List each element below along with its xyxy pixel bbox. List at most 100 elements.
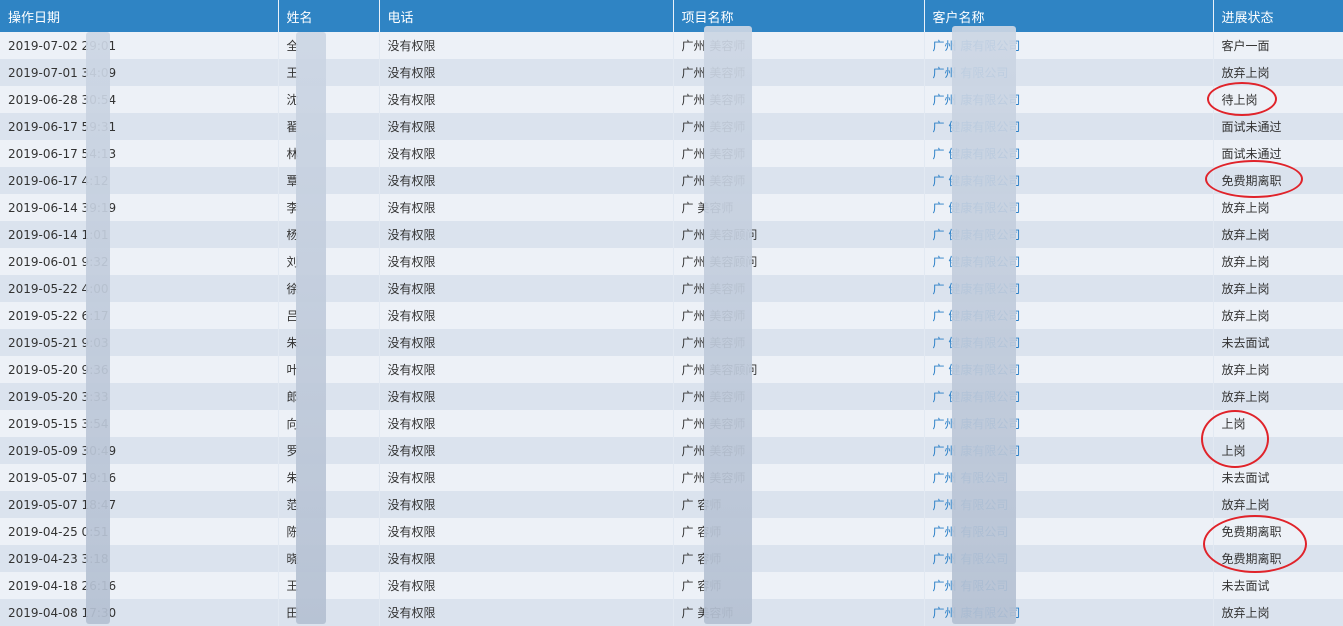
table-row[interactable]: 2019-04-18 26:16 王没有权限广 容师 广州 有限公司 未去面试 (0, 572, 1343, 599)
phone-cell: 没有权限 (379, 167, 674, 194)
table-row[interactable]: 2019-05-07 19:16 朱没有权限 广州 美容师 广州 有限公司 未去面试 (0, 464, 1343, 491)
client-link[interactable]: 广 健康有限公司 (924, 194, 1214, 221)
header-project[interactable]: 项目名称 (673, 0, 925, 32)
client-link[interactable]: 广州 有限公司 (924, 59, 1214, 86)
project-cell: 广州 美容师 (673, 383, 925, 410)
name-cell: 翟 (278, 113, 380, 140)
phone-cell: 没有权限 (379, 356, 674, 383)
table-row[interactable]: 2019-06-14 1:01 杨没有权限 广州 美容顾问广 健康有限公司 放弃上岗 (0, 221, 1343, 248)
table-row[interactable]: 2019-06-14 39:19 李没有权限广 美容师广 健康有限公司 放弃上岗 (0, 194, 1343, 221)
client-link[interactable]: 广州 康有限公司 (924, 32, 1214, 59)
project-cell: 广州 美容师 (673, 113, 925, 140)
table-row[interactable]: 2019-07-02 29:01 全没有权限 广州 美容师 广州 康有限公司 客户一面 (0, 32, 1343, 59)
status-cell: 放弃上岗 (1213, 194, 1343, 221)
client-link[interactable]: 广州 有限公司 (924, 518, 1214, 545)
project-cell: 广 容师 (673, 491, 925, 518)
table-row[interactable]: 2019-04-25 0:51 陈没有权限广 容师 广州 有限公司 免费期离职 (0, 518, 1343, 545)
name-cell: 郎 (278, 383, 380, 410)
table-row[interactable]: 2019-04-08 17:30 田没有权限广 美容师 广州 康有限公司 放弃上岗 (0, 599, 1343, 626)
table-row[interactable]: 2019-06-17 54:13 林没有权限 广州 美容师广 健康有限公司 面试未通过 (0, 140, 1343, 167)
table-row[interactable]: 2019-06-17 4:12 覃没有权限 广州 美容师广 健康有限公司 免费期离职 (0, 167, 1343, 194)
client-link[interactable]: 广州 有限公司 (924, 491, 1214, 518)
client-link[interactable]: 广州 康有限公司 (924, 86, 1214, 113)
name-cell: 范 (278, 491, 380, 518)
client-link[interactable]: 广 健康有限公司 (924, 221, 1214, 248)
status-cell: 放弃上岗 (1213, 356, 1343, 383)
phone-cell: 没有权限 (379, 59, 674, 86)
client-link[interactable]: 广 健康有限公司 (924, 167, 1214, 194)
phone-cell: 没有权限 (379, 221, 674, 248)
table-row[interactable]: 2019-05-21 9:03 朱没有权限 广州 美容师广 健康有限公司 未去面试 (0, 329, 1343, 356)
date-cell: 2019-05-20 3:33 (0, 383, 279, 410)
project-cell: 广州 美容师 (673, 464, 925, 491)
table-row[interactable]: 2019-07-01 34:09 王没有权限 广州 美容师 广州 有限公司 放弃上岗 (0, 59, 1343, 86)
table-row[interactable]: 2019-04-23 3:18 晓没有权限广 容师 广州 有限公司 免费期离职 (0, 545, 1343, 572)
project-cell: 广 美容师 (673, 599, 925, 626)
status-cell: 放弃上岗 (1213, 383, 1343, 410)
date-cell: 2019-05-22 4:00 (0, 275, 279, 302)
phone-cell: 没有权限 (379, 113, 674, 140)
header-name[interactable]: 姓名 (278, 0, 380, 32)
client-link[interactable]: 广 健康有限公司 (924, 248, 1214, 275)
status-cell: 未去面试 (1213, 329, 1343, 356)
phone-cell: 没有权限 (379, 32, 674, 59)
project-cell: 广州 美容师 (673, 140, 925, 167)
date-cell: 2019-05-21 9:03 (0, 329, 279, 356)
client-link[interactable]: 广州 有限公司 (924, 545, 1214, 572)
header-client[interactable]: 客户名称 (924, 0, 1214, 32)
header-phone[interactable]: 电话 (379, 0, 674, 32)
table-row[interactable]: 2019-05-09 30:49 罗没有权限 广州 美容师 广州 康有限公司 上岗 (0, 437, 1343, 464)
header-status[interactable]: 进展状态 (1213, 0, 1343, 32)
name-cell: 林 (278, 140, 380, 167)
name-cell: 晓 (278, 545, 380, 572)
phone-cell: 没有权限 (379, 86, 674, 113)
table-row[interactable]: 2019-05-22 4:00 徐没有权限 广州 美容师广 健康有限公司 放弃上岗 (0, 275, 1343, 302)
name-cell: 徐 (278, 275, 380, 302)
client-link[interactable]: 广州 康有限公司 (924, 410, 1214, 437)
phone-cell: 没有权限 (379, 545, 674, 572)
phone-cell: 没有权限 (379, 437, 674, 464)
records-table: 操作日期 姓名 电话 项目名称 客户名称 进展状态 2019-07-02 29:… (0, 0, 1343, 626)
status-cell: 客户一面 (1213, 32, 1343, 59)
status-cell: 放弃上岗 (1213, 302, 1343, 329)
table-row[interactable]: 2019-06-17 59:31 翟没有权限 广州 美容师广 健康有限公司 面试未通过 (0, 113, 1343, 140)
client-link[interactable]: 广州 康有限公司 (924, 599, 1214, 626)
status-cell: 待上岗 (1213, 86, 1343, 113)
date-cell: 2019-05-09 30:49 (0, 437, 279, 464)
table-row[interactable]: 2019-05-20 9:36 叶没有权限 广州 美容顾问广 健康有限公司 放弃上岗 (0, 356, 1343, 383)
date-cell: 2019-06-14 39:19 (0, 194, 279, 221)
status-cell: 放弃上岗 (1213, 221, 1343, 248)
header-date[interactable]: 操作日期 (0, 0, 279, 32)
phone-cell: 没有权限 (379, 140, 674, 167)
date-cell: 2019-07-02 29:01 (0, 32, 279, 59)
table-row[interactable]: 2019-05-22 6:17 吕没有权限 广州 美容师广 健康有限公司 放弃上岗 (0, 302, 1343, 329)
client-link[interactable]: 广 健康有限公司 (924, 275, 1214, 302)
project-cell: 广州 美容顾问 (673, 356, 925, 383)
table-row[interactable]: 2019-05-15 3:54 向没有权限 广州 美容师 广州 康有限公司 上岗 (0, 410, 1343, 437)
name-cell: 全 (278, 32, 380, 59)
client-link[interactable]: 广 健康有限公司 (924, 113, 1214, 140)
client-link[interactable]: 广州 有限公司 (924, 464, 1214, 491)
phone-cell: 没有权限 (379, 518, 674, 545)
status-cell: 面试未通过 (1213, 113, 1343, 140)
table-row[interactable]: 2019-05-20 3:33 郎没有权限 广州 美容师广 健康有限公司 放弃上岗 (0, 383, 1343, 410)
client-link[interactable]: 广 健康有限公司 (924, 383, 1214, 410)
table-row[interactable]: 2019-06-01 9:32 刘没有权限 广州 美容顾问广 健康有限公司 放弃上岗 (0, 248, 1343, 275)
client-link[interactable]: 广州 有限公司 (924, 572, 1214, 599)
client-link[interactable]: 广 健康有限公司 (924, 329, 1214, 356)
date-cell: 2019-05-07 19:16 (0, 464, 279, 491)
status-cell: 放弃上岗 (1213, 599, 1343, 626)
client-link[interactable]: 广州 康有限公司 (924, 437, 1214, 464)
table-row[interactable]: 2019-06-28 30:54 沈没有权限 广州 美容师 广州 康有限公司 待上岗 (0, 86, 1343, 113)
client-link[interactable]: 广 健康有限公司 (924, 140, 1214, 167)
client-link[interactable]: 广 健康有限公司 (924, 356, 1214, 383)
date-cell: 2019-04-25 0:51 (0, 518, 279, 545)
client-link[interactable]: 广 健康有限公司 (924, 302, 1214, 329)
project-cell: 广州 美容师 (673, 32, 925, 59)
table-row[interactable]: 2019-05-07 18:47 范没有权限广 容师 广州 有限公司 放弃上岗 (0, 491, 1343, 518)
project-cell: 广州 美容师 (673, 329, 925, 356)
phone-cell: 没有权限 (379, 599, 674, 626)
name-cell: 王 (278, 59, 380, 86)
name-cell: 杨 (278, 221, 380, 248)
name-cell: 叶 (278, 356, 380, 383)
